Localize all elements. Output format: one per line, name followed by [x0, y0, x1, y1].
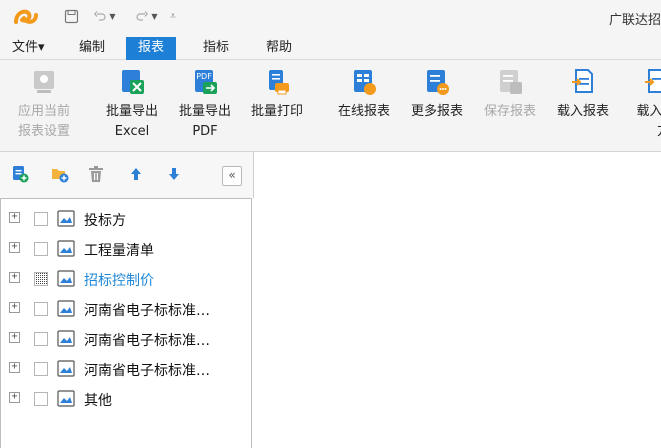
move-up-icon[interactable] [126, 164, 146, 184]
batch-export-excel-button[interactable]: 批量导出 Excel [96, 60, 168, 151]
expand-icon[interactable]: + [9, 302, 20, 313]
tree-item-checkbox[interactable] [34, 212, 48, 226]
expand-icon[interactable]: + [9, 392, 20, 403]
tree-item-label: 其他 [84, 393, 112, 409]
tree-item-henan-standard-3[interactable]: + 河南省电子标标准… [1, 354, 251, 384]
tree-item-tender-control-price[interactable]: + 招标控制价 [1, 264, 251, 294]
menu-indicators[interactable]: 指标 [191, 37, 241, 60]
report-image-icon [57, 360, 75, 377]
load-report-icon [572, 69, 593, 93]
tree-item-checkbox[interactable] [34, 392, 48, 406]
ribbon-label: 更多报表 [410, 104, 463, 119]
tree-item-henan-standard-2[interactable]: + 河南省电子标标准… [1, 324, 251, 354]
menu-help[interactable]: 帮助 [254, 37, 304, 60]
svg-text:PDF: PDF [196, 72, 212, 81]
report-image-icon [57, 240, 75, 257]
expand-icon[interactable]: + [9, 332, 20, 343]
ribbon-label: 在线报表 [337, 104, 390, 119]
excel-export-icon [122, 70, 144, 94]
load-report-scheme-button[interactable]: 载入报方案 [620, 60, 661, 151]
save-report-button[interactable]: 保存报表 [474, 60, 546, 151]
report-image-icon [57, 300, 75, 317]
report-preview-area[interactable] [254, 152, 661, 448]
move-down-icon[interactable] [164, 164, 184, 184]
undo-icon[interactable]: ▼ [90, 6, 120, 26]
expand-icon[interactable]: + [9, 212, 20, 223]
tree-item-checkbox[interactable] [34, 242, 48, 256]
tree-item-checkbox[interactable] [34, 302, 48, 316]
ribbon-label: 批量打印 [250, 104, 303, 119]
app-logo-icon [14, 9, 38, 24]
tree-item-henan-standard-1[interactable]: + 河南省电子标标准… [1, 294, 251, 324]
ribbon-label: 批量导出 Excel [105, 104, 158, 139]
report-tree-toolbar: « [0, 152, 254, 198]
load-scheme-icon [645, 69, 661, 93]
save-report-icon [500, 70, 522, 94]
add-folder-icon[interactable] [50, 164, 70, 184]
tree-item-checkbox[interactable] [34, 332, 48, 346]
expand-icon[interactable]: + [9, 362, 20, 373]
tree-item-label: 河南省电子标标准… [84, 303, 210, 319]
tree-item-label: 工程量清单 [84, 243, 154, 259]
report-image-icon [57, 270, 75, 287]
report-tree: + 投标方 + 工程量清单 + 招标控制价 + 河南省电子标标准… + 河南省电… [0, 198, 252, 448]
tree-item-bill-of-quantities[interactable]: + 工程量清单 [1, 234, 251, 264]
tree-item-label: 投标方 [84, 213, 126, 229]
report-image-icon [57, 210, 75, 227]
tree-item-checkbox[interactable] [34, 272, 48, 286]
load-report-button[interactable]: 载入报表 [547, 60, 619, 151]
ribbon-label: 批量导出 PDF [178, 104, 231, 139]
report-image-icon [57, 390, 75, 407]
tree-item-other[interactable]: + 其他 [1, 384, 251, 414]
ribbon-label: 载入报方案 [636, 104, 661, 139]
customize-quick-access-icon[interactable]: ⩡ [166, 6, 180, 26]
menu-reports[interactable]: 报表 [126, 37, 177, 60]
batch-print-button[interactable]: 批量打印 [241, 60, 313, 151]
batch-export-pdf-button[interactable]: PDF 批量导出 PDF [169, 60, 241, 151]
menu-bar: 文件▾ 编制 报表 指标 帮助 [0, 34, 661, 60]
collapse-panel-button[interactable]: « [222, 166, 242, 186]
online-report-icon [354, 70, 376, 95]
save-icon[interactable] [62, 6, 80, 26]
expand-icon[interactable]: + [9, 272, 20, 283]
pdf-export-icon: PDF [195, 70, 217, 94]
delete-icon[interactable] [86, 164, 106, 184]
apply-settings-icon [34, 71, 54, 93]
apply-report-settings-button[interactable]: 应用当前 报表设置 [8, 60, 80, 151]
online-reports-button[interactable]: 在线报表 [328, 60, 400, 151]
add-report-icon[interactable] [10, 164, 30, 184]
app-title: 广联达招 [608, 13, 661, 28]
menu-file[interactable]: 文件▾ [0, 37, 57, 60]
ribbon-label: 保存报表 [483, 104, 536, 119]
ribbon-label: 载入报表 [556, 104, 609, 119]
ribbon-label: 应用当前 报表设置 [17, 104, 70, 139]
tree-item-label: 河南省电子标标准… [84, 363, 210, 379]
tree-item-label: 招标控制价 [84, 273, 154, 289]
redo-icon[interactable]: ▼ [132, 6, 162, 26]
expand-icon[interactable]: + [9, 242, 20, 253]
more-reports-icon [427, 70, 449, 95]
ribbon-toolbar: 应用当前 报表设置 批量导出 Excel PDF 批量导出 PDF 批量打印 在… [0, 60, 661, 152]
title-bar: ▼ ▼ ⩡ 广联达招 [0, 0, 661, 34]
tree-item-checkbox[interactable] [34, 362, 48, 376]
tree-item-bidder[interactable]: + 投标方 [1, 204, 251, 234]
print-icon [269, 70, 289, 95]
more-reports-button[interactable]: 更多报表 [401, 60, 473, 151]
tree-item-label: 河南省电子标标准… [84, 333, 210, 349]
menu-edit[interactable]: 编制 [67, 37, 117, 60]
report-image-icon [57, 330, 75, 347]
